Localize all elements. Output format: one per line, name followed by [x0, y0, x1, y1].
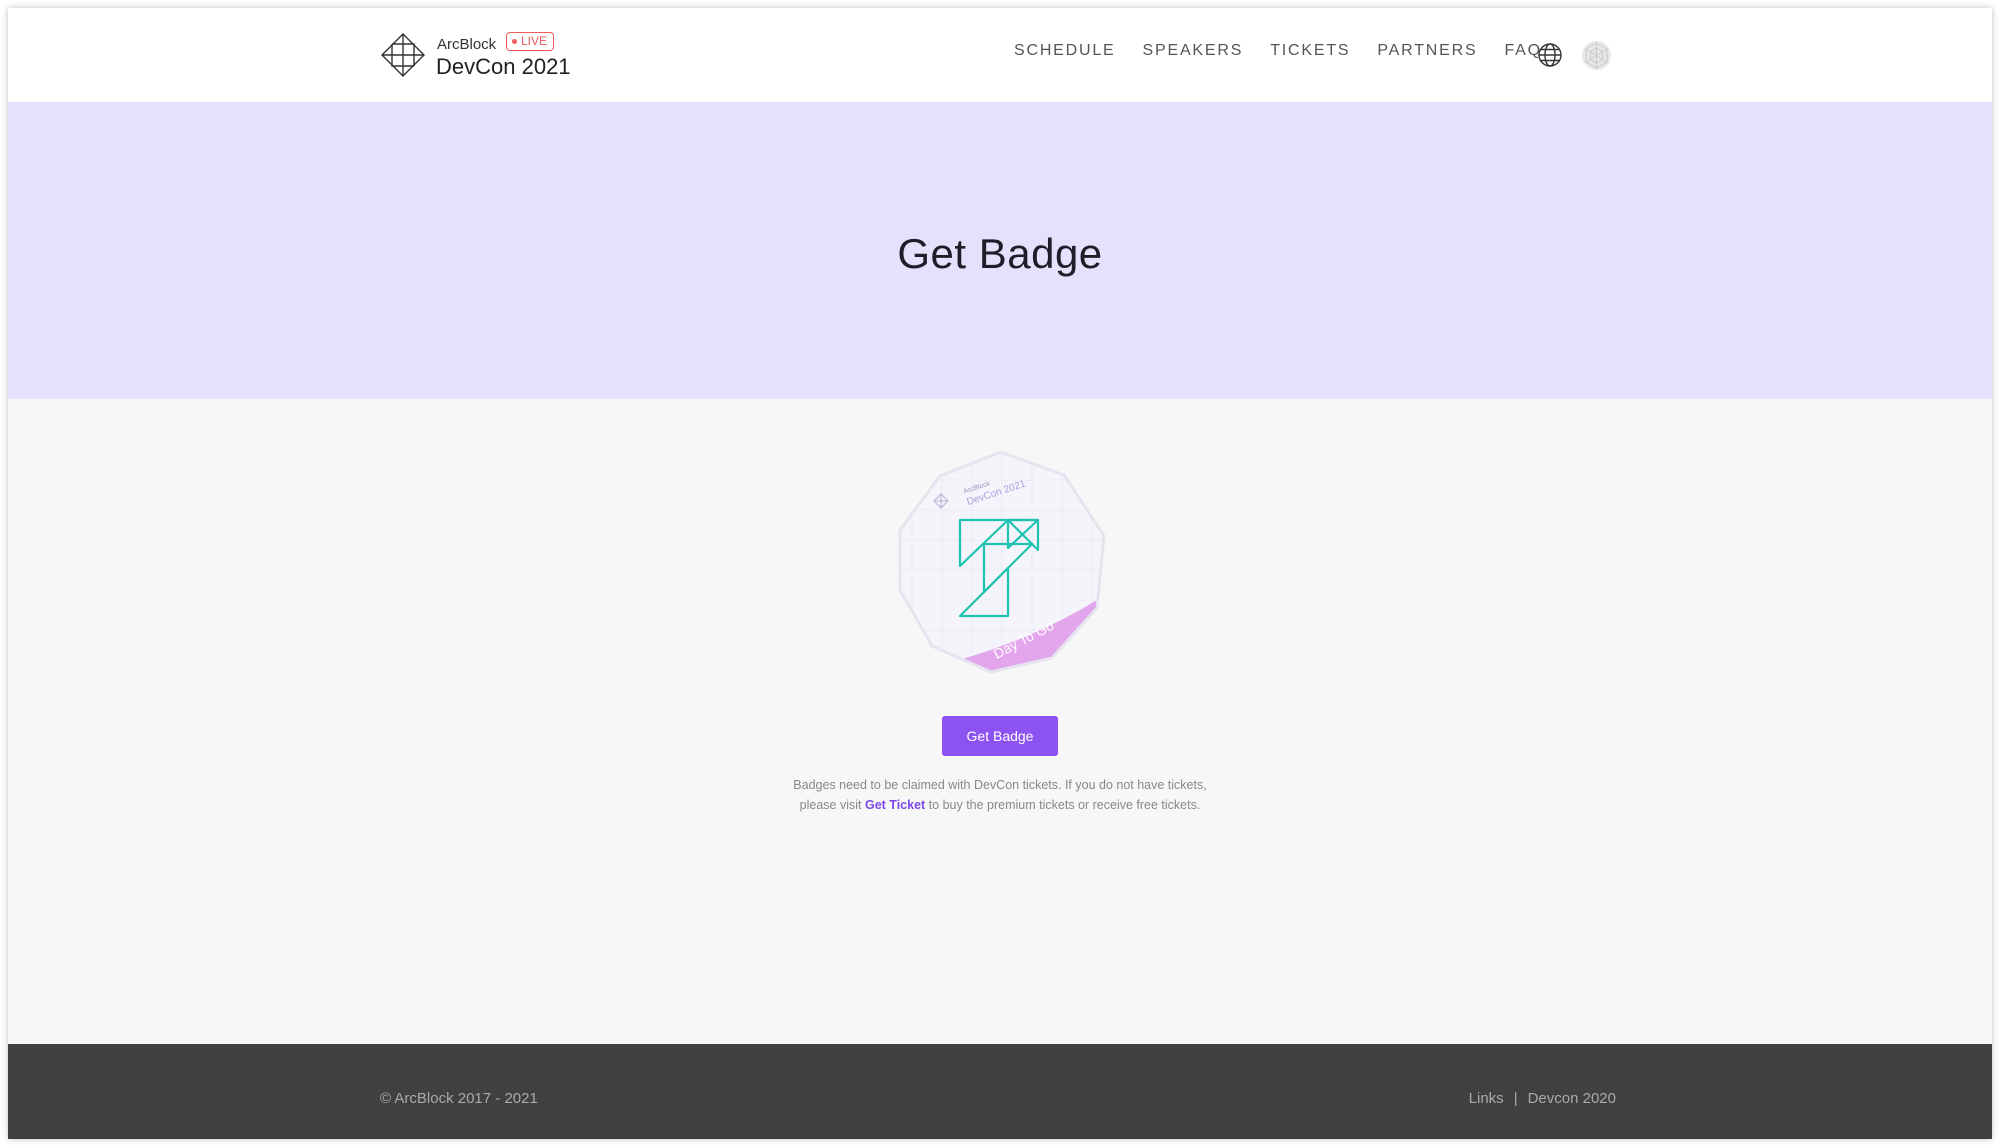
- avatar-pattern-icon: [1585, 42, 1608, 69]
- get-badge-button[interactable]: Get Badge: [942, 716, 1058, 756]
- badge-image: ArcBlock DevCon 2021 Day To Go: [898, 450, 1106, 674]
- note-prefix: please visit: [799, 798, 865, 812]
- brand-small-label: ArcBlock: [437, 36, 497, 53]
- devcon-logo[interactable]: ArcBlock LIVE DevCon 2021: [380, 32, 620, 86]
- user-avatar[interactable]: [1582, 41, 1611, 70]
- note-suffix: to buy the premium tickets or receive fr…: [925, 798, 1201, 812]
- get-ticket-link[interactable]: Get Ticket: [865, 798, 925, 812]
- live-label: LIVE: [521, 34, 548, 48]
- hero-banner: Get Badge: [8, 102, 1992, 399]
- footer-link-links[interactable]: Links: [1469, 1090, 1504, 1107]
- page-frame: ArcBlock LIVE DevCon 2021 SCHEDULE SPEAK…: [8, 8, 1992, 1139]
- main-nav: SCHEDULE SPEAKERS TICKETS PARTNERS FAQ: [1014, 42, 1569, 60]
- nav-tickets[interactable]: TICKETS: [1270, 42, 1350, 60]
- nav-schedule[interactable]: SCHEDULE: [1014, 42, 1116, 60]
- note-line-1: Badges need to be claimed with DevCon ti…: [793, 778, 1207, 792]
- badge-info-note: Badges need to be claimed with DevCon ti…: [708, 775, 1292, 815]
- live-badge: LIVE: [506, 32, 555, 51]
- note-line-2: please visit Get Ticket to buy the premi…: [708, 795, 1292, 815]
- copyright-text: © ArcBlock 2017 - 2021: [380, 1090, 538, 1107]
- globe-icon[interactable]: [1537, 42, 1563, 68]
- footer-links: Links | Devcon 2020: [1469, 1090, 1616, 1107]
- site-footer: © ArcBlock 2017 - 2021 Links | Devcon 20…: [8, 1044, 1992, 1139]
- brand-title: DevCon 2021: [436, 54, 571, 79]
- footer-separator: |: [1513, 1090, 1518, 1107]
- nav-partners[interactable]: PARTNERS: [1377, 42, 1477, 60]
- nav-speakers[interactable]: SPEAKERS: [1143, 42, 1244, 60]
- page-title: Get Badge: [897, 230, 1103, 277]
- footer-link-devcon-2020[interactable]: Devcon 2020: [1528, 1090, 1616, 1107]
- live-dot-icon: [512, 39, 517, 44]
- site-header: ArcBlock LIVE DevCon 2021 SCHEDULE SPEAK…: [8, 8, 1992, 102]
- arcblock-logo-icon: [381, 33, 425, 77]
